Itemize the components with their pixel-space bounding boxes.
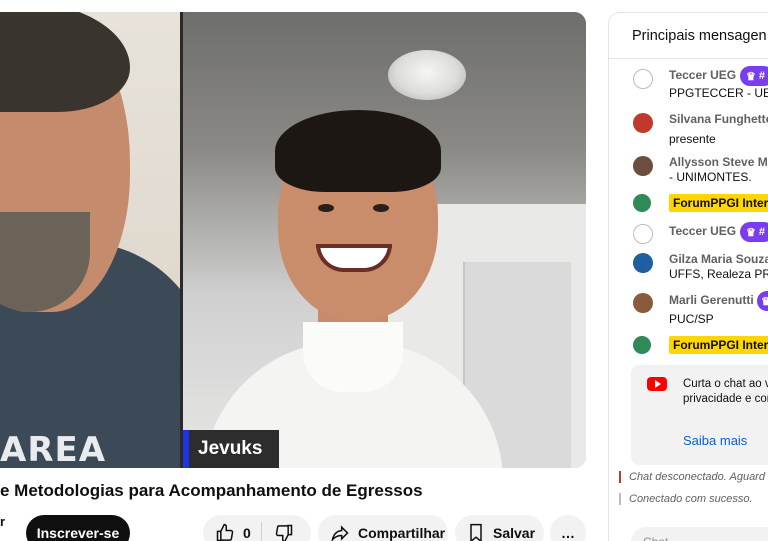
ceiling-lamp [388, 50, 466, 100]
participant-tile-left: AREA [0, 12, 180, 468]
message-author[interactable]: Marli Gerenutti [669, 293, 754, 307]
author-avatar[interactable] [633, 224, 653, 244]
author-avatar[interactable] [633, 293, 653, 313]
message-text: - UNIMONTES. [669, 170, 752, 184]
learn-more-link[interactable]: Saiba mais [683, 433, 747, 448]
youtube-live-page: AREA Jevuks e Metodologias para Acompanh… [0, 0, 768, 541]
video-player[interactable]: AREA Jevuks [0, 12, 586, 468]
chat-message: Gilza Maria Souza UFFS, Realeza PR [609, 251, 768, 281]
chat-mode-selector[interactable]: Principais mensagen [609, 13, 768, 59]
chat-connected-status: Conectado com sucesso. [619, 493, 753, 505]
author-avatar[interactable] [633, 194, 651, 212]
share-arrow-icon [330, 523, 350, 541]
video-title: e Metodologias para Acompanhamento de Eg… [0, 481, 423, 500]
save-label: Salvar [493, 525, 536, 541]
author-avatar[interactable] [633, 156, 653, 176]
highlighted-author[interactable]: ForumPPGI Interd [669, 194, 768, 212]
dislike-button[interactable] [262, 515, 304, 541]
chat-input[interactable]: Chat... [631, 527, 768, 541]
chat-message: Teccer UEG ♛# PPGTECCER - UEG [609, 66, 768, 100]
participant-right-hair [275, 110, 441, 192]
message-text: presente [669, 132, 716, 146]
live-chat-panel: Principais mensagen Teccer UEG ♛ # PPGTEC… [608, 12, 768, 541]
youtube-logo-icon [647, 377, 667, 391]
message-author[interactable]: Teccer UEG [669, 68, 736, 82]
chat-message: Marli Gerenutti ♛ PUC/SP [609, 291, 768, 326]
message-author[interactable]: Teccer UEG [669, 224, 736, 238]
message-author[interactable]: Silvana Funghetto [669, 112, 768, 126]
crown-icon: ♛ [746, 70, 756, 83]
message-text: UFFS, Realeza PR [669, 267, 768, 281]
message-text: PUC/SP [669, 312, 714, 326]
crown-icon: ♛ [746, 226, 756, 239]
chat-disconnected-status: Chat desconectado. Aguard [619, 471, 765, 483]
participant-name-tag: Jevuks [183, 430, 279, 468]
share-button[interactable]: Compartilhar [318, 515, 448, 541]
member-badge: ♛ [757, 291, 768, 311]
notice-text: Curta o chat ao v sua privacidade e comu… [683, 378, 768, 405]
crown-icon: ♛ [761, 295, 768, 308]
more-actions-button[interactable]: … [550, 515, 586, 541]
thumbs-up-icon [215, 523, 235, 541]
participant-right-eye-right [373, 204, 389, 212]
bookmark-icon [467, 523, 485, 541]
like-button[interactable]: 0 [203, 515, 261, 541]
chat-message: Teccer UEG ♛ # [609, 222, 768, 253]
chat-message: Allysson Steve Mo - UNIMONTES. [609, 154, 768, 184]
participant-right-eye-left [318, 204, 334, 212]
subscribe-button[interactable]: Inscrever-se [26, 515, 130, 541]
like-dislike-group: 0 [203, 515, 311, 541]
shirt-print-text: AREA [0, 430, 107, 468]
chat-policy-notice: Curta o chat ao v sua privacidade e comu… [631, 365, 768, 465]
author-avatar[interactable] [633, 113, 653, 133]
member-badge: ♛ # [740, 222, 768, 242]
thumbs-down-icon [274, 523, 294, 541]
save-button[interactable]: Salvar [455, 515, 544, 541]
chat-message-highlighted: ForumPPGI Interd [609, 194, 768, 224]
chat-message-highlighted: ForumPPGI Interd [609, 336, 768, 366]
like-count: 0 [243, 525, 251, 541]
channel-name[interactable]: r [0, 514, 5, 529]
more-dots-icon: … [561, 525, 575, 541]
author-avatar[interactable] [633, 253, 653, 273]
message-text: PPGTECCER - UEG [669, 86, 768, 100]
author-avatar[interactable] [633, 69, 653, 89]
author-avatar[interactable] [633, 336, 651, 354]
participant-tile-right [183, 12, 586, 468]
participant-left-hair [0, 12, 130, 112]
highlighted-author[interactable]: ForumPPGI Interd [669, 336, 768, 354]
share-label: Compartilhar [358, 525, 446, 541]
member-badge: ♛ # [740, 66, 768, 86]
message-author[interactable]: Allysson Steve Mo [669, 155, 768, 169]
participant-right-collar [303, 322, 403, 392]
message-author[interactable]: Gilza Maria Souza [669, 252, 768, 266]
chat-message: Silvana Funghetto presente [609, 111, 768, 146]
